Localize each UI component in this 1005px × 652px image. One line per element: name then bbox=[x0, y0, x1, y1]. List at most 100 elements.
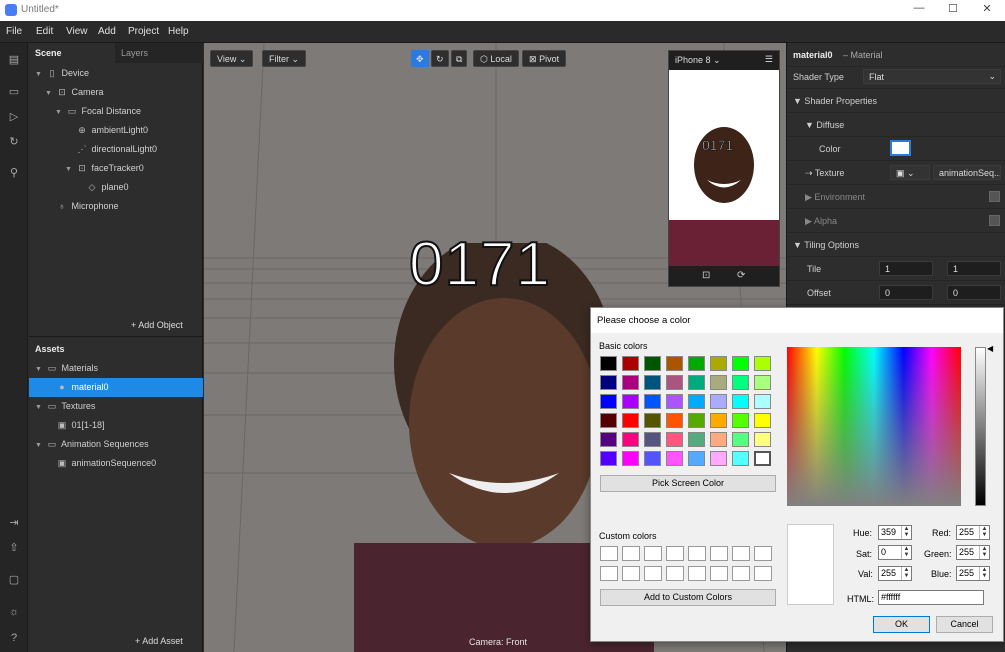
custom-color-swatch[interactable] bbox=[666, 546, 684, 561]
basic-color-swatch[interactable] bbox=[622, 451, 639, 466]
custom-color-swatch[interactable] bbox=[644, 566, 662, 581]
layout-icon[interactable]: ▤ bbox=[6, 52, 22, 68]
tab-scene[interactable]: Scene bbox=[29, 43, 115, 63]
custom-color-swatch[interactable] bbox=[600, 546, 618, 561]
html-color-input[interactable]: #ffffff bbox=[878, 590, 984, 605]
tile-x-input[interactable]: 1 bbox=[879, 261, 933, 276]
menu-edit[interactable]: Edit bbox=[36, 26, 53, 37]
spin-arrows-icon[interactable]: ▲ ▼ bbox=[901, 567, 911, 580]
bug-icon[interactable]: ☼ bbox=[6, 604, 22, 620]
basic-color-swatch[interactable] bbox=[600, 432, 617, 447]
blue-spinbox[interactable]: 255 ▲ ▼ bbox=[956, 566, 990, 581]
custom-color-swatch[interactable] bbox=[710, 566, 728, 581]
environment-checkbox[interactable] bbox=[989, 191, 1000, 202]
color-swatch[interactable] bbox=[890, 140, 911, 156]
basic-color-swatch[interactable] bbox=[688, 432, 705, 447]
alpha-section[interactable]: ▶ Alpha bbox=[787, 209, 1005, 233]
basic-color-swatch[interactable] bbox=[666, 432, 683, 447]
expand-arrow-icon[interactable]: ▼ bbox=[55, 103, 65, 122]
custom-color-swatch[interactable] bbox=[754, 546, 772, 561]
basic-color-swatch[interactable] bbox=[666, 394, 683, 409]
custom-color-swatch[interactable] bbox=[622, 546, 640, 561]
basic-color-swatch[interactable] bbox=[710, 432, 727, 447]
pivot-button[interactable]: ⊠ Pivot bbox=[522, 50, 567, 67]
spin-arrows-icon[interactable]: ▲ ▼ bbox=[979, 567, 989, 580]
add-to-custom-colors-button[interactable]: Add to Custom Colors bbox=[600, 589, 776, 606]
spin-arrows-icon[interactable]: ▲ ▼ bbox=[979, 546, 989, 559]
menu-view[interactable]: View bbox=[66, 26, 88, 37]
expand-arrow-icon[interactable]: ▼ bbox=[35, 398, 45, 417]
basic-color-swatch[interactable] bbox=[732, 394, 749, 409]
tiling-options-section[interactable]: ▼ Tiling Options bbox=[787, 233, 1005, 257]
import-icon[interactable]: ⇥ bbox=[6, 515, 22, 531]
expand-arrow-icon[interactable]: ▼ bbox=[35, 360, 45, 379]
cancel-button[interactable]: Cancel bbox=[936, 616, 993, 633]
offset-x-input[interactable]: 0 bbox=[879, 285, 933, 300]
asset-item-texture[interactable]: ▣ 01[1-18] bbox=[55, 416, 105, 435]
menu-icon[interactable]: ☰ bbox=[765, 54, 773, 65]
tree-item-device[interactable]: ▼ ▯ Device bbox=[35, 64, 89, 83]
basic-color-swatch[interactable] bbox=[710, 394, 727, 409]
custom-color-swatch[interactable] bbox=[600, 566, 618, 581]
basic-color-swatch[interactable] bbox=[754, 394, 771, 409]
color-spectrum[interactable] bbox=[787, 347, 961, 506]
tile-y-input[interactable]: 1 bbox=[947, 261, 1001, 276]
expand-arrow-icon[interactable]: ▼ bbox=[35, 65, 45, 84]
folder-icon[interactable]: ▢ bbox=[6, 572, 22, 588]
basic-color-swatch[interactable] bbox=[688, 375, 705, 390]
val-spinbox[interactable]: 255 ▲ ▼ bbox=[878, 566, 912, 581]
basic-color-swatch[interactable] bbox=[754, 413, 771, 428]
basic-color-swatch[interactable] bbox=[600, 413, 617, 428]
basic-color-swatch[interactable] bbox=[754, 356, 771, 371]
refresh-icon[interactable]: ↻ bbox=[6, 134, 22, 150]
tree-item-directional-light[interactable]: ⋰ directionalLight0 bbox=[75, 140, 158, 159]
red-spinbox[interactable]: 255 ▲ ▼ bbox=[956, 525, 990, 540]
basic-color-swatch[interactable] bbox=[644, 394, 661, 409]
pick-screen-color-button[interactable]: Pick Screen Color bbox=[600, 475, 776, 492]
basic-color-swatch[interactable] bbox=[622, 356, 639, 371]
custom-color-swatch[interactable] bbox=[732, 546, 750, 561]
tree-item-face-tracker[interactable]: ▼ ⊡ faceTracker0 bbox=[65, 159, 144, 178]
basic-color-swatch[interactable] bbox=[688, 394, 705, 409]
scale-tool-button[interactable]: ⧉ bbox=[451, 50, 468, 67]
green-spinbox[interactable]: 255 ▲ ▼ bbox=[956, 545, 990, 560]
basic-color-swatch[interactable] bbox=[732, 413, 749, 428]
basic-color-swatch[interactable] bbox=[666, 413, 683, 428]
search-icon[interactable]: ⚲ bbox=[6, 165, 22, 181]
expand-arrow-icon[interactable]: ▼ bbox=[65, 160, 75, 179]
texture-type-dropdown[interactable]: ▣ ⌄ bbox=[890, 165, 930, 180]
basic-color-swatch[interactable] bbox=[666, 451, 683, 466]
basic-color-swatch[interactable] bbox=[666, 356, 683, 371]
environment-section[interactable]: ▶ Environment bbox=[787, 185, 1005, 209]
tab-layers[interactable]: Layers bbox=[115, 43, 154, 63]
offset-y-input[interactable]: 0 bbox=[947, 285, 1001, 300]
basic-color-swatch[interactable] bbox=[732, 375, 749, 390]
basic-color-swatch[interactable] bbox=[644, 413, 661, 428]
rotate-device-icon[interactable]: ⟳ bbox=[737, 270, 745, 281]
custom-color-swatch[interactable] bbox=[710, 546, 728, 561]
texture-value[interactable]: animationSeq... bbox=[933, 165, 1001, 180]
asset-folder-materials[interactable]: ▼ ▭ Materials bbox=[35, 359, 98, 378]
close-button[interactable]: ✕ bbox=[973, 2, 1001, 19]
tree-item-focal-distance[interactable]: ▼ ▭ Focal Distance bbox=[55, 102, 141, 121]
menu-file[interactable]: File bbox=[6, 26, 22, 37]
asset-folder-textures[interactable]: ▼ ▭ Textures bbox=[35, 397, 95, 416]
video-icon[interactable]: ▭ bbox=[6, 84, 22, 100]
menu-add[interactable]: Add bbox=[98, 26, 116, 37]
basic-color-swatch[interactable] bbox=[622, 394, 639, 409]
basic-color-swatch[interactable] bbox=[622, 375, 639, 390]
sat-spinbox[interactable]: 0 ▲ ▼ bbox=[878, 545, 912, 560]
basic-color-swatch[interactable] bbox=[732, 451, 749, 466]
custom-color-swatch[interactable] bbox=[644, 546, 662, 561]
expand-arrow-icon[interactable]: ▼ bbox=[45, 84, 55, 103]
asset-folder-animation-sequences[interactable]: ▼ ▭ Animation Sequences bbox=[35, 435, 149, 454]
tree-item-microphone[interactable]: ♁ Microphone bbox=[55, 197, 119, 216]
custom-color-swatch[interactable] bbox=[754, 566, 772, 581]
spin-arrows-icon[interactable]: ▲ ▼ bbox=[901, 526, 911, 539]
help-icon[interactable]: ? bbox=[6, 630, 22, 646]
basic-color-swatch[interactable] bbox=[710, 413, 727, 428]
basic-color-swatch[interactable] bbox=[666, 375, 683, 390]
basic-color-swatch[interactable] bbox=[688, 356, 705, 371]
basic-color-swatch[interactable] bbox=[754, 375, 771, 390]
spin-arrows-icon[interactable]: ▲ ▼ bbox=[901, 546, 911, 559]
